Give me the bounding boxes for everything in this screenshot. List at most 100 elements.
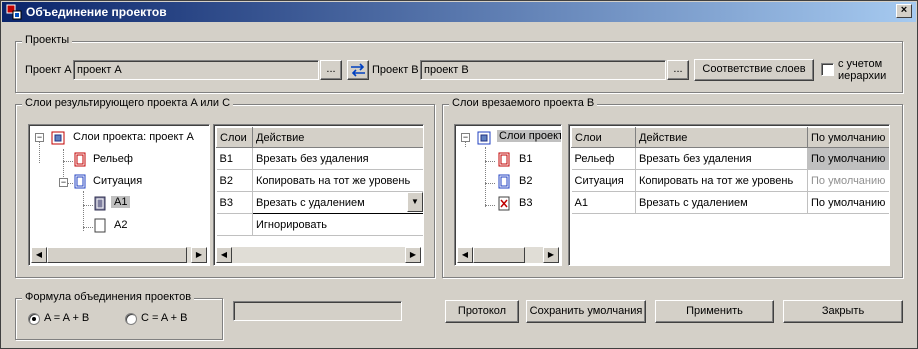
layer-cell[interactable] xyxy=(216,213,253,236)
collapse-icon[interactable]: − xyxy=(35,133,44,142)
tree-item-relief[interactable]: Рельеф xyxy=(73,151,173,169)
formula-c-radio[interactable] xyxy=(125,313,137,325)
formula-legend: Формула объединения проектов xyxy=(22,291,195,303)
tree-item-label: B3 xyxy=(519,197,533,209)
layer-cell[interactable]: Ситуация xyxy=(571,169,636,192)
layer-cell[interactable]: Рельеф xyxy=(571,147,636,170)
close-button[interactable]: Закрыть xyxy=(783,300,903,323)
insert-tree-hscrollbar[interactable]: ◀ ▶ xyxy=(457,247,559,263)
scroll-right-icon[interactable]: ▶ xyxy=(191,247,207,263)
action-cell[interactable]: Игнорировать xyxy=(252,213,423,236)
insert-layers-tree[interactable]: − Слои проект B1 B2 B3 ◀ ▶ xyxy=(454,124,562,266)
layer-icon xyxy=(94,218,106,233)
default-cell[interactable]: По умолчанию xyxy=(807,191,889,214)
tree-item-label: A2 xyxy=(114,219,128,231)
tree-item-a1[interactable]: A1 xyxy=(93,195,153,213)
insert-layers-grid[interactable]: Слои Действие По умолчанию Рельеф Врезат… xyxy=(568,124,890,266)
layer-icon xyxy=(74,152,86,167)
action-cell[interactable]: Копировать на тот же уровень xyxy=(252,169,423,192)
swap-projects-button[interactable] xyxy=(347,60,369,80)
scroll-left-icon[interactable]: ◀ xyxy=(457,247,473,263)
action-cell[interactable]: Врезать без удаления xyxy=(635,147,808,170)
action-cell[interactable]: Врезать без удаления xyxy=(252,147,423,170)
scroll-thumb[interactable] xyxy=(473,247,525,263)
close-icon: × xyxy=(900,4,908,16)
tree-root-label: Слои проект xyxy=(497,130,561,142)
tree-item-label: B1 xyxy=(519,153,533,165)
tree-item-b3[interactable]: B3 xyxy=(497,195,557,213)
formula-a-radio[interactable] xyxy=(28,313,40,325)
result-grid-hscrollbar[interactable]: ◀ ▶ xyxy=(216,247,421,263)
layer-cell[interactable]: B1 xyxy=(216,147,253,170)
column-header-default[interactable]: По умолчанию xyxy=(807,127,889,148)
table-row[interactable]: B3 Врезать с удалением ▼ xyxy=(216,191,423,214)
result-layers-legend: Слои результирующего проекта A или C xyxy=(22,97,234,109)
layer-cell[interactable]: A1 xyxy=(571,191,636,214)
action-dropdown-value: Врезать с удалением xyxy=(256,196,365,209)
chevron-down-icon[interactable]: ▼ xyxy=(407,192,423,212)
layer-icon xyxy=(498,174,510,189)
layer-cell[interactable]: B2 xyxy=(216,169,253,192)
swap-arrows-icon xyxy=(351,63,365,77)
collapse-icon[interactable]: − xyxy=(461,133,470,142)
protocol-button[interactable]: Протокол xyxy=(445,300,519,323)
tree-item-situation[interactable]: Ситуация xyxy=(73,173,173,191)
scroll-right-icon[interactable]: ▶ xyxy=(543,247,559,263)
collapse-icon[interactable]: − xyxy=(59,178,68,187)
action-cell[interactable]: Врезать с удалением xyxy=(635,191,808,214)
layer-match-button[interactable]: Соответствие слоев xyxy=(694,59,814,81)
tree-item-label: A1 xyxy=(111,196,131,208)
table-row[interactable]: Ситуация Копировать на тот же уровень По… xyxy=(571,169,889,192)
apply-button[interactable]: Применить xyxy=(655,300,774,323)
project-a-browse-button[interactable]: ... xyxy=(320,60,342,80)
insert-layers-legend: Слои врезаемого проекта B xyxy=(449,97,598,109)
table-row[interactable]: A1 Врезать с удалением По умолчанию xyxy=(571,191,889,214)
result-layers-grid[interactable]: Слои Действие B1 Врезать без удаления B2… xyxy=(213,124,424,266)
scroll-left-icon[interactable]: ◀ xyxy=(216,247,232,263)
layer-cell[interactable]: B3 xyxy=(216,191,253,214)
column-header-layers[interactable]: Слои xyxy=(216,127,253,148)
table-row[interactable]: Рельеф Врезать без удаления По умолчанию xyxy=(571,147,889,170)
project-b-field[interactable]: проект B xyxy=(420,60,666,80)
table-row[interactable]: B1 Врезать без удаления xyxy=(216,147,423,170)
scroll-left-icon[interactable]: ◀ xyxy=(31,247,47,263)
action-cell[interactable]: Копировать на тот же уровень xyxy=(635,169,808,192)
layer-icon xyxy=(74,174,86,189)
column-header-action[interactable]: Действие xyxy=(635,127,808,148)
scroll-thumb[interactable] xyxy=(47,247,187,263)
tree-item-label: B2 xyxy=(519,175,533,187)
result-layers-tree[interactable]: − Слои проекта: проект A Рельеф − Ситуац… xyxy=(28,124,210,266)
scroll-right-icon[interactable]: ▶ xyxy=(405,247,421,263)
tree-item-label: Рельеф xyxy=(93,153,133,165)
default-cell[interactable]: По умолчанию xyxy=(807,147,889,170)
hierarchy-checkbox[interactable] xyxy=(821,63,834,76)
tree-item-b1[interactable]: B1 xyxy=(497,151,557,169)
progress-bar xyxy=(233,301,402,321)
column-header-action[interactable]: Действие xyxy=(252,127,423,148)
title-bar[interactable]: Объединение проектов × xyxy=(2,2,916,22)
default-cell[interactable]: По умолчанию xyxy=(807,169,889,192)
projects-legend: Проекты xyxy=(22,34,73,46)
save-defaults-button[interactable]: Сохранить умолчания xyxy=(526,300,646,323)
window-title: Объединение проектов xyxy=(26,5,167,19)
layer-crossed-icon xyxy=(498,196,510,211)
formula-a-label[interactable]: A = A + B xyxy=(44,312,89,324)
project-a-field[interactable]: проект A xyxy=(73,60,319,80)
action-dropdown[interactable]: Врезать с удалением ▼ xyxy=(252,191,423,214)
table-row[interactable]: B2 Копировать на тот же уровень xyxy=(216,169,423,192)
tree-item-b2[interactable]: B2 xyxy=(497,173,557,191)
hierarchy-label-line1: с учетом xyxy=(838,58,883,70)
result-tree-hscrollbar[interactable]: ◀ ▶ xyxy=(31,247,207,263)
project-b-browse-button[interactable]: ... xyxy=(667,60,689,80)
tree-item-a2[interactable]: A2 xyxy=(93,217,153,235)
app-icon xyxy=(6,4,22,20)
project-a-label: Проект A xyxy=(25,64,72,76)
merge-projects-window: Объединение проектов × Проекты Проект A … xyxy=(0,0,918,349)
tree-root[interactable]: Слои проекта: проект A xyxy=(51,129,209,147)
close-window-button[interactable]: × xyxy=(896,4,912,18)
column-header-layers[interactable]: Слои xyxy=(571,127,636,148)
table-row[interactable]: Игнорировать xyxy=(216,213,423,236)
tree-item-label: Ситуация xyxy=(93,175,143,187)
tree-root[interactable]: Слои проект xyxy=(477,129,561,147)
formula-c-label[interactable]: C = A + B xyxy=(141,312,187,324)
